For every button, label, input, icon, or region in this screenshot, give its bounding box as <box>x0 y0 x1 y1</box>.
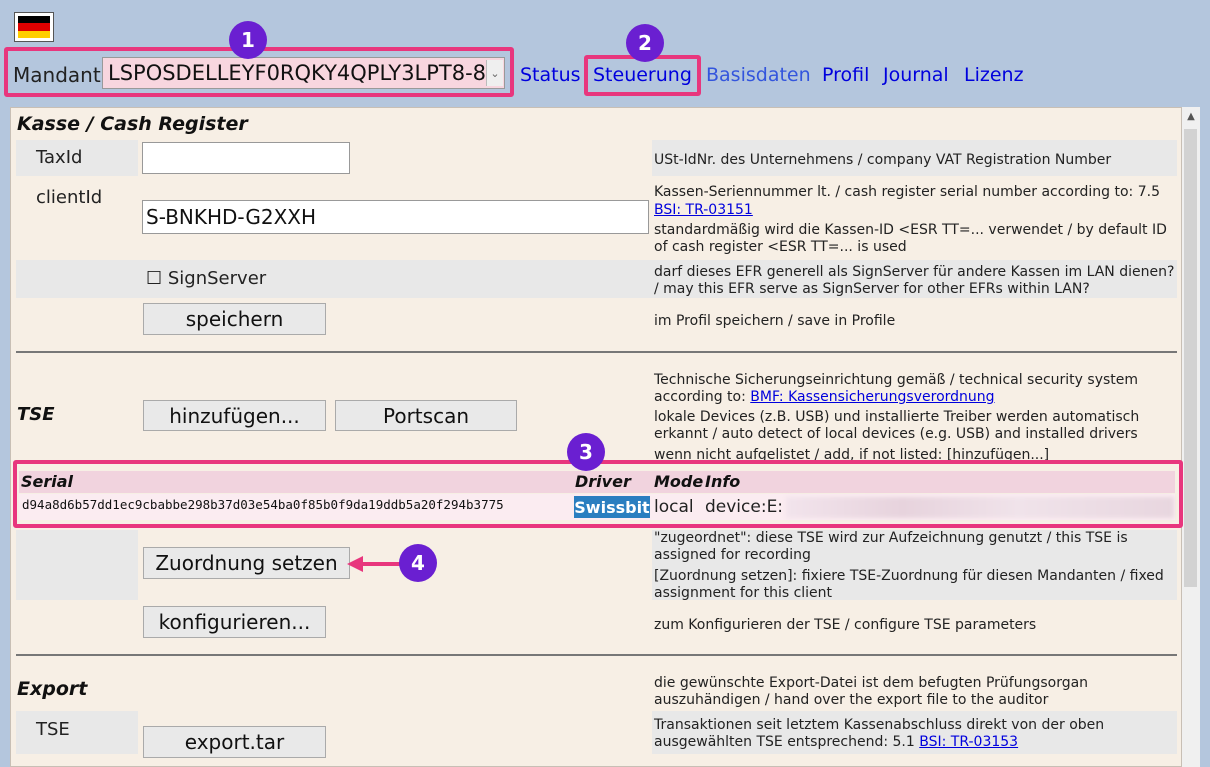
checkbox-icon[interactable]: ☐ <box>146 268 162 289</box>
clientid-description-3: of cash register <ESR TT=... is used <box>654 239 907 255</box>
tse-description-2-prefix: according to: <box>654 389 751 405</box>
mandant-label: Mandant <box>13 63 101 87</box>
taxid-label: TaxId <box>36 147 83 168</box>
taxid-input[interactable] <box>142 142 350 174</box>
bsi-tr03153-link[interactable]: BSI: TR-03153 <box>919 734 1018 750</box>
bmf-link[interactable]: BMF: Kassensicherungsverordnung <box>750 389 994 405</box>
clientid-input[interactable]: S-BNKHD-G2XXH <box>142 200 649 234</box>
assign-button[interactable]: Zuordnung setzen <box>143 547 350 579</box>
signserver-checkbox[interactable]: ☐ SignServer <box>146 268 266 289</box>
signserver-description-1: darf dieses EFR generell als SignServer … <box>654 264 1175 280</box>
nav-basisdaten[interactable]: Basisdaten <box>706 64 811 86</box>
tse-description-3: lokale Devices (z.B. USB) und installier… <box>654 409 1140 425</box>
mandant-select[interactable]: LSPOSDELLEYF0RQKY4QPLY3LPT8-8 ⌄ <box>102 57 505 89</box>
nav-status[interactable]: Status <box>520 64 581 86</box>
assign-description-1: "zugeordnet": diese TSE wird zur Aufzeic… <box>654 530 1128 546</box>
section-tse-title: TSE <box>17 404 55 425</box>
clientid-bsi-link[interactable]: BSI: TR-03151 <box>654 201 753 219</box>
export-tse-label: TSE <box>36 719 70 740</box>
scrollbar-thumb[interactable] <box>1184 129 1197 587</box>
step-badge-1: 1 <box>229 21 267 59</box>
save-description: im Profil speichern / save in Profile <box>654 313 896 329</box>
step-badge-2: 2 <box>626 24 664 62</box>
chevron-down-icon[interactable]: ⌄ <box>486 60 503 86</box>
tse-description-4: erkannt / auto detect of local devices (… <box>654 426 1138 442</box>
divider <box>16 654 1177 656</box>
step-badge-3: 3 <box>567 433 605 471</box>
export-description-2: auszuhändigen / hand over the export fil… <box>654 692 1049 708</box>
portscan-button[interactable]: Portscan <box>335 400 517 431</box>
tse-description-2: according to: BMF: Kassensicherungsveror… <box>654 388 995 406</box>
add-tse-button[interactable]: hinzufügen... <box>143 400 326 431</box>
nav-journal[interactable]: Journal <box>883 64 949 86</box>
nav-lizenz[interactable]: Lizenz <box>964 64 1024 86</box>
configure-description: zum Konfigurieren der TSE / configure TS… <box>654 617 1037 633</box>
export-tar-button[interactable]: export.tar <box>143 726 326 758</box>
configure-button[interactable]: konfigurieren... <box>143 606 326 638</box>
clientid-label: clientId <box>36 187 103 208</box>
export-description-1: die gewünschte Export-Datei ist dem befu… <box>654 675 1089 691</box>
nav-profil[interactable]: Profil <box>822 64 869 86</box>
taxid-description: USt-IdNr. des Unternehmens / company VAT… <box>654 152 1112 168</box>
vertical-scrollbar[interactable]: ▲ <box>1182 107 1200 767</box>
signserver-label: SignServer <box>167 268 267 289</box>
scroll-up-icon[interactable]: ▲ <box>1182 107 1200 125</box>
save-button[interactable]: speichern <box>143 303 326 335</box>
assign-description-2: assigned for recording <box>654 547 811 563</box>
assign-description-4: assignment for this client <box>654 585 833 601</box>
clientid-description-2: standardmäßig wird die Kassen-ID <ESR TT… <box>654 222 1167 238</box>
tse-description-1: Technische Sicherungseinrichtung gemäß /… <box>654 372 1139 388</box>
tse-table-highlight <box>13 460 1183 528</box>
export-tar-description-2: ausgewählten TSE entsprechend: 5.1 BSI: … <box>654 733 1018 751</box>
divider <box>16 351 1177 353</box>
clientid-description-1: Kassen-Seriennummer lt. / cash register … <box>654 184 1160 200</box>
pointer-arrow-icon <box>347 556 405 572</box>
export-tar-description-1: Transaktionen seit letztem Kassenabschlu… <box>654 717 1105 733</box>
section-export-title: Export <box>17 678 88 700</box>
german-flag-icon[interactable] <box>14 12 54 42</box>
section-kasse-title: Kasse / Cash Register <box>17 113 248 135</box>
step-badge-4: 4 <box>399 544 437 582</box>
signserver-description-2: / may this EFR serve as SignServer for o… <box>654 281 1090 297</box>
assign-description-3: [Zuordnung setzen]: fixiere TSE-Zuordnun… <box>654 568 1164 584</box>
export-tar-description-2-prefix: ausgewählten TSE entsprechend: 5.1 <box>654 734 920 750</box>
mandant-value: LSPOSDELLEYF0RQKY4QPLY3LPT8-8 <box>108 61 487 85</box>
